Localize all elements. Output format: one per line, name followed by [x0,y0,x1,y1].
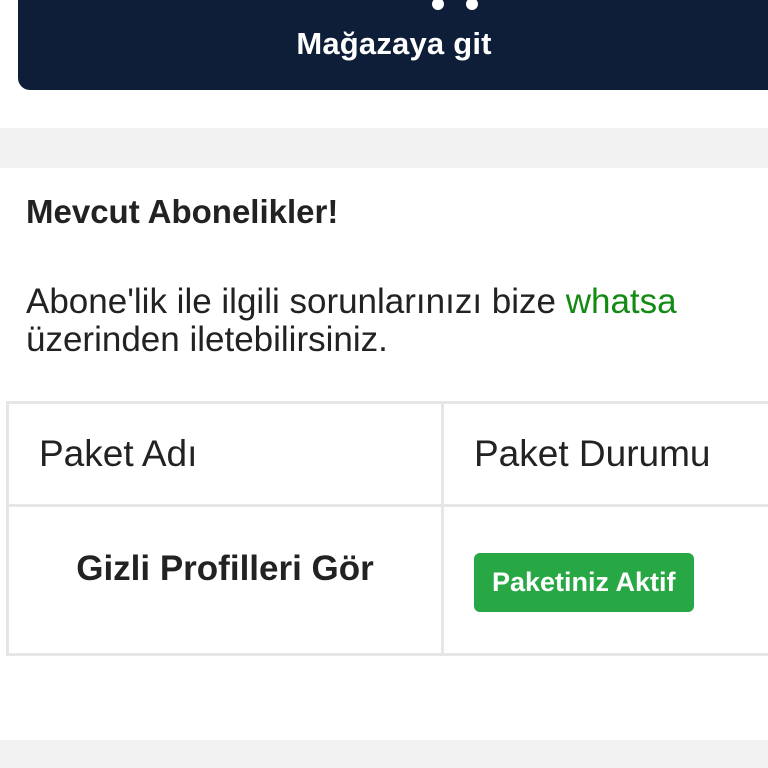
go-to-store-label: Mağazaya git [296,26,492,61]
header-package-status: Paket Durumu [441,401,768,507]
package-name-cell: Gizli Profilleri Gör [6,504,444,656]
section-divider [0,128,768,168]
store-icon [432,0,478,10]
support-info-suffix: üzerinden iletebilirsiniz. [26,320,388,359]
go-to-store-button[interactable]: Mağazaya git [18,0,768,90]
support-info-prefix: Abone'lik ile ilgili sorunlarınızı bize [26,282,566,321]
support-info-text: Abone'lik ile ilgili sorunlarınızı bize … [26,283,768,359]
section-title: Mevcut Abonelikler! [26,193,339,230]
table-row: Gizli Profilleri Gör Paketiniz Aktif [6,504,768,656]
bottom-divider [0,740,768,768]
packages-table: Paket Adı Paket Durumu Gizli Profilleri … [6,401,768,656]
subscriptions-page: Mağazaya git Mevcut Abonelikler! Abone'l… [0,0,768,768]
header-package-name: Paket Adı [6,401,444,507]
table-header-row: Paket Adı Paket Durumu [6,401,768,507]
package-active-badge[interactable]: Paketiniz Aktif [474,552,694,612]
whatsapp-link[interactable]: whatsa [566,282,677,321]
package-status-cell: Paketiniz Aktif [441,504,768,656]
